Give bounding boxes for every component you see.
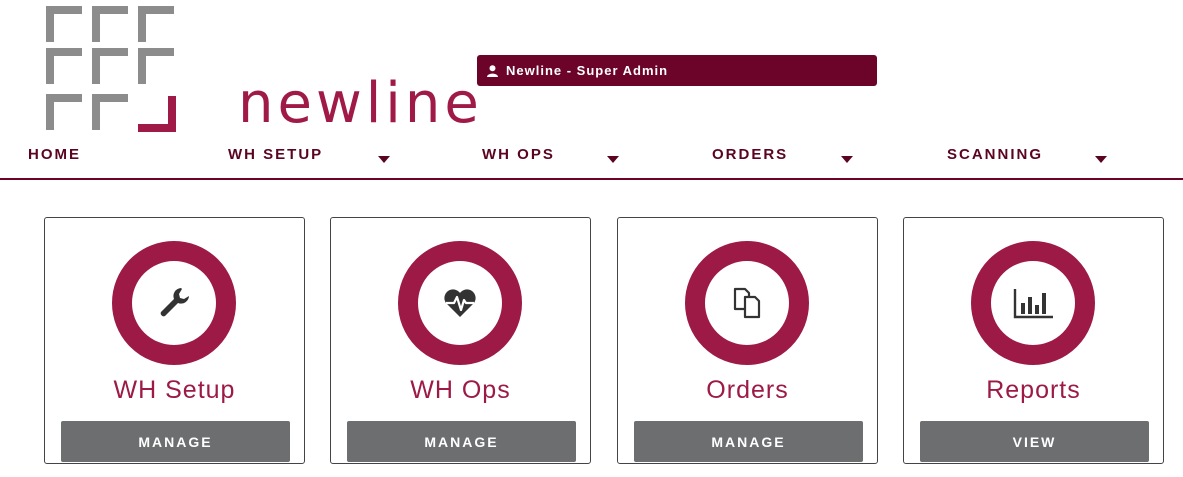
nav-wh-ops[interactable]: WH OPS	[482, 146, 555, 163]
manage-wh-setup-button[interactable]: MANAGE	[61, 421, 290, 462]
view-reports-button[interactable]: VIEW	[920, 421, 1149, 462]
user-icon	[487, 64, 498, 77]
manage-wh-ops-button[interactable]: MANAGE	[347, 421, 576, 462]
user-badge[interactable]: Newline - Super Admin	[477, 55, 877, 86]
nav-wh-setup[interactable]: WH SETUP	[228, 146, 323, 163]
main-nav: HOME WH SETUP WH OPS ORDERS SCANNING	[0, 140, 1183, 180]
chevron-down-icon[interactable]	[841, 156, 853, 163]
chevron-down-icon[interactable]	[1095, 156, 1107, 163]
chevron-down-icon[interactable]	[607, 156, 619, 163]
card-icon-ring	[971, 241, 1095, 365]
copy-documents-icon	[733, 287, 761, 319]
card-orders: Orders MANAGE	[617, 217, 878, 464]
card-wh-setup: WH Setup MANAGE	[44, 217, 305, 464]
chevron-down-icon[interactable]	[378, 156, 390, 163]
card-title: WH Ops	[410, 376, 511, 404]
nav-home[interactable]: HOME	[28, 146, 81, 163]
card-icon-ring	[398, 241, 522, 365]
user-label: Newline - Super Admin	[506, 63, 669, 78]
nav-scanning[interactable]: SCANNING	[947, 146, 1043, 163]
card-reports: Reports VIEW	[903, 217, 1164, 464]
manage-orders-button[interactable]: MANAGE	[634, 421, 863, 462]
bar-chart-icon	[1013, 289, 1053, 319]
logo-text: newline	[238, 71, 483, 136]
card-title: Reports	[986, 376, 1081, 404]
card-icon-ring	[685, 241, 809, 365]
nav-orders[interactable]: ORDERS	[712, 146, 788, 163]
card-wh-ops: WH Ops MANAGE	[330, 217, 591, 464]
card-icon-ring	[112, 241, 236, 365]
newline-logo[interactable]: newline	[44, 4, 479, 136]
heart-pulse-icon	[444, 289, 476, 317]
wrench-icon	[160, 288, 189, 317]
card-title: WH Setup	[113, 376, 236, 404]
card-title: Orders	[706, 376, 789, 404]
logo-mark	[46, 6, 176, 132]
